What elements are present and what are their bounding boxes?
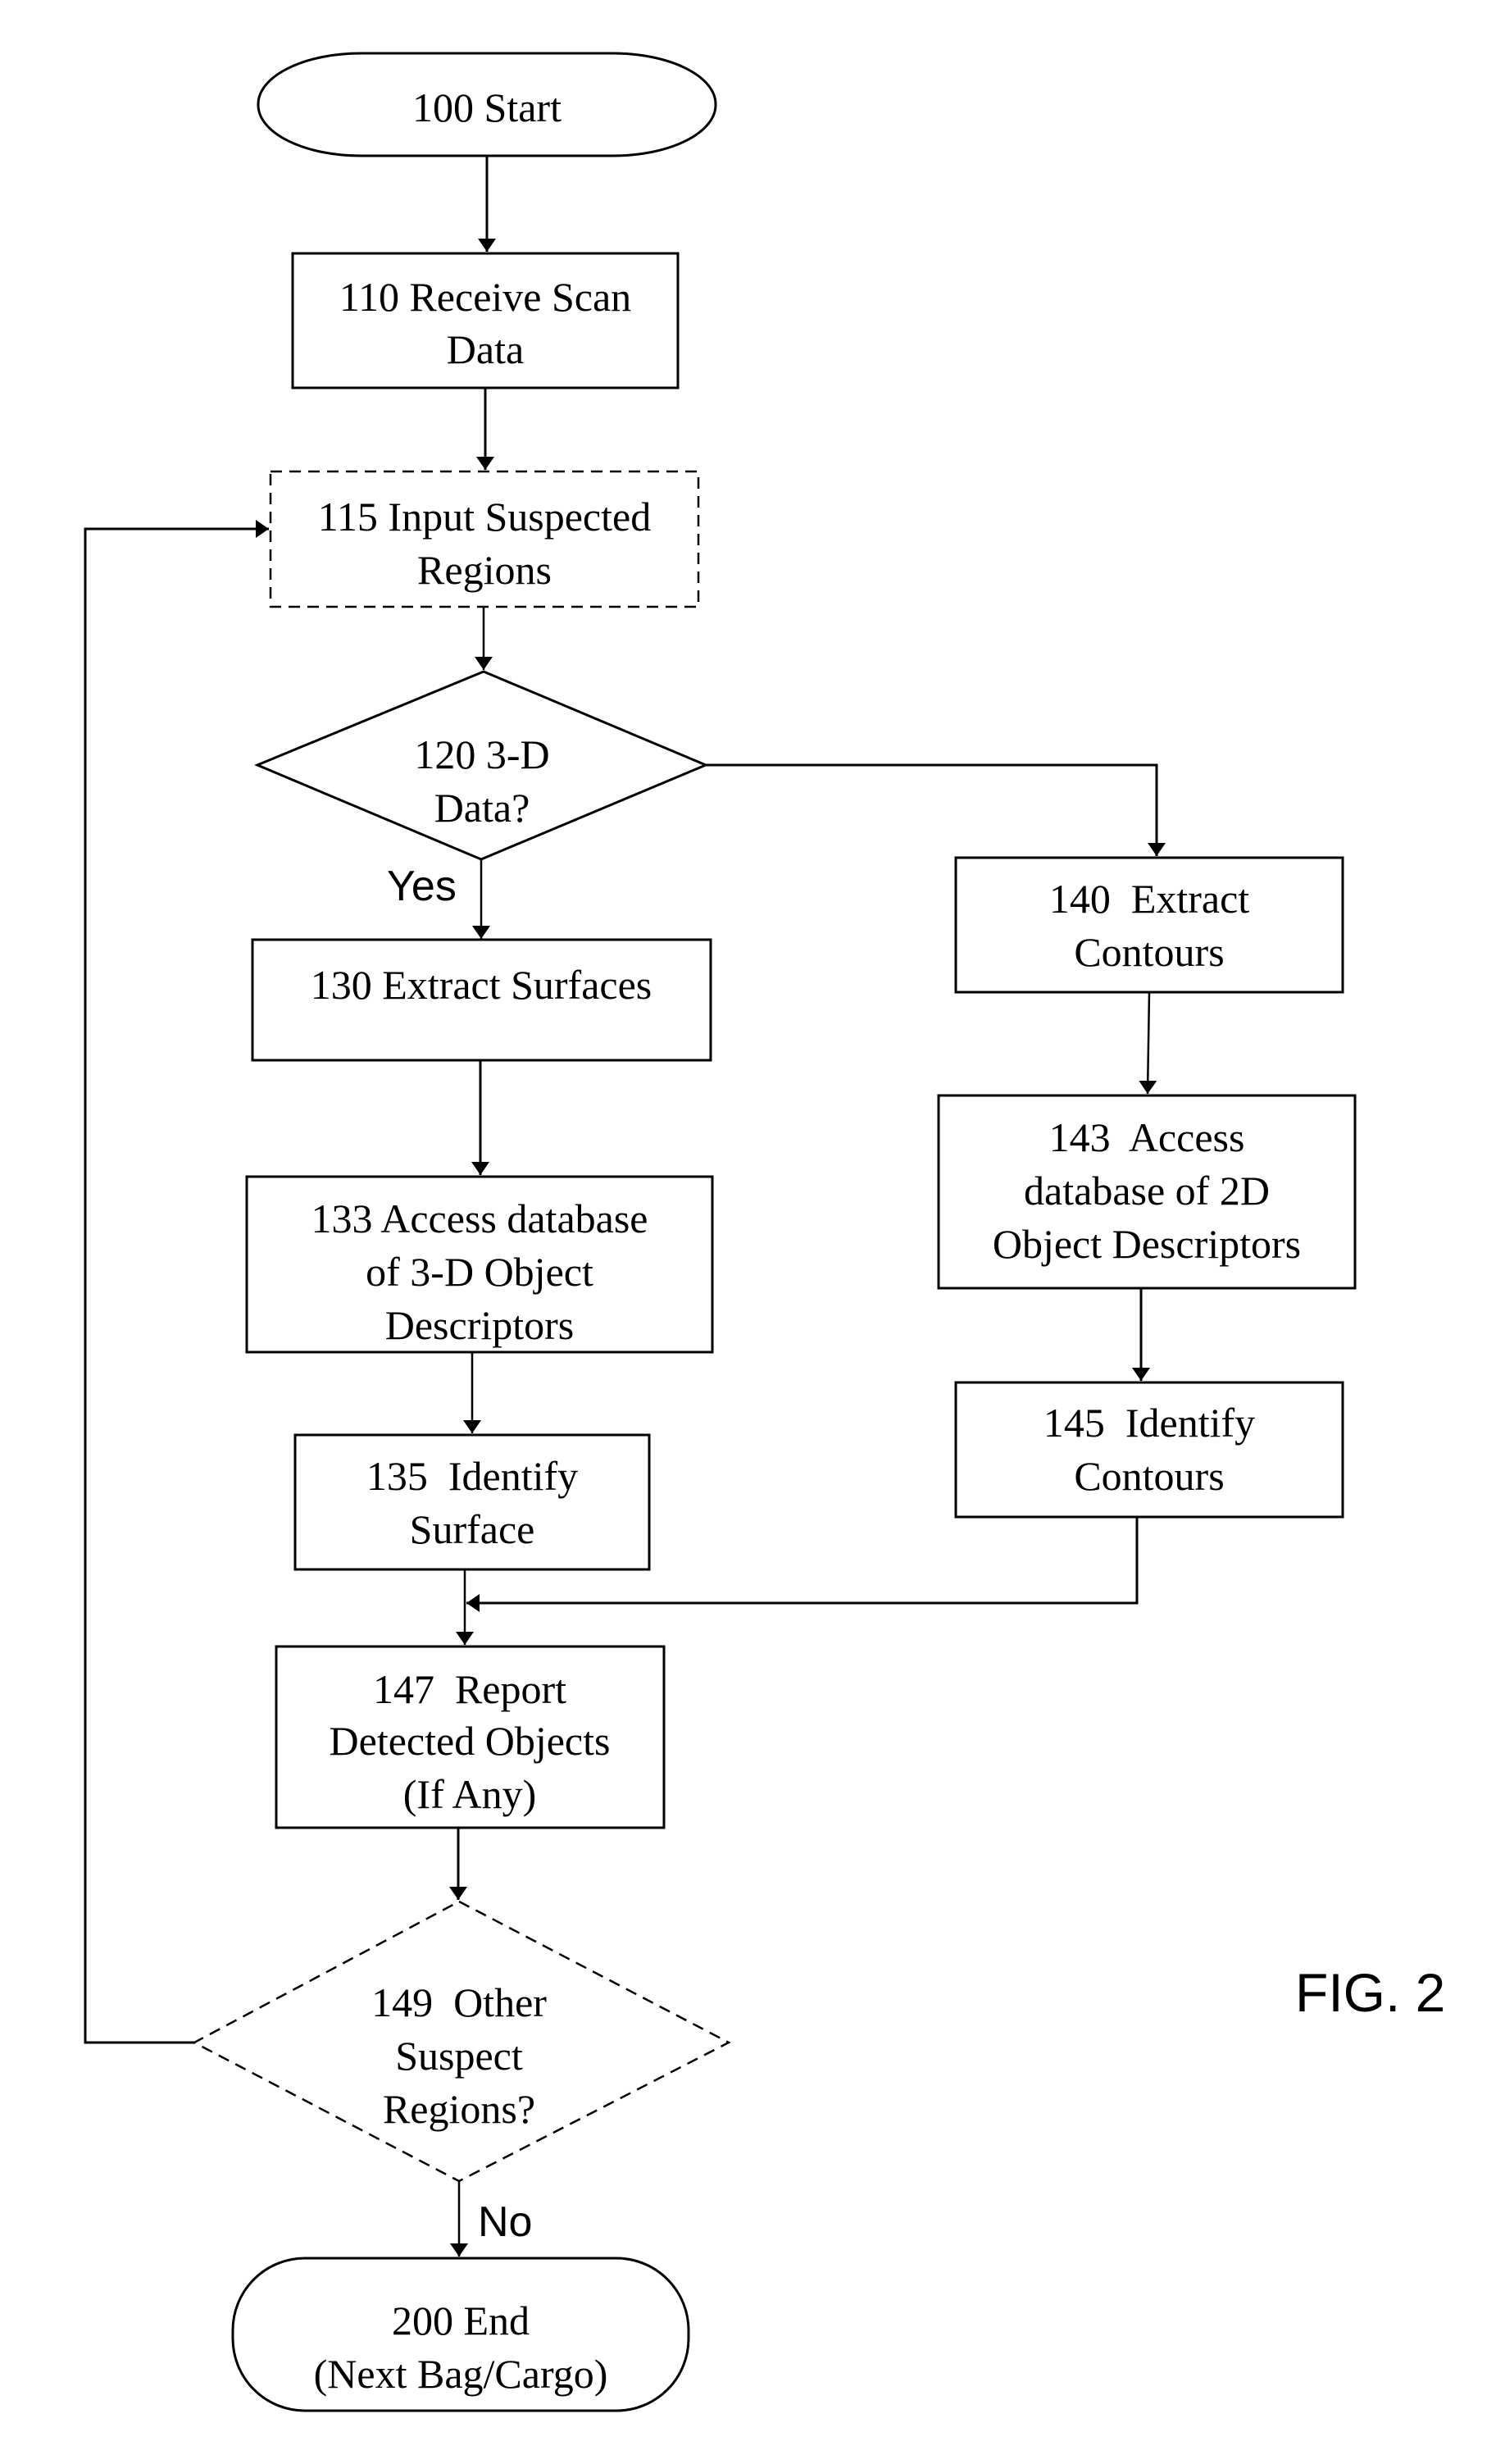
node-label-line: 200 End: [392, 2298, 530, 2343]
node-label-line: Contours: [1074, 929, 1224, 975]
node-label-line: 143 Access: [1049, 1114, 1245, 1160]
node-label-line: 135 Identify: [366, 1453, 578, 1499]
node-120-3d-data-decision: 120 3-D Data?: [254, 670, 709, 861]
node-label-line: (Next Bag/Cargo): [314, 2351, 608, 2397]
node-label: 100 Start: [412, 84, 562, 130]
edge-label-yes: Yes: [387, 863, 457, 910]
node-label-line: Regions: [417, 547, 552, 593]
node-label-line: Detected Objects: [330, 1718, 611, 1764]
node-label-line: Regions?: [383, 2086, 535, 2132]
node-149-other-suspect-regions-decision: 149 Other Suspect Regions?: [192, 1900, 731, 2183]
flowchart: 100 Start 110 Receive Scan Data 115 Inpu…: [84, 52, 1445, 2412]
node-135-identify-surface: 135 Identify Surface: [293, 1433, 651, 1571]
node-label-line: 140 Extract: [1049, 876, 1249, 922]
node-label-line: database of 2D: [1024, 1168, 1270, 1214]
node-label-line: 115 Input Suspected: [318, 494, 651, 540]
node-label-line: of 3-D Object: [366, 1249, 593, 1295]
node-100-start: 100 Start: [257, 52, 717, 157]
node-115-input-suspected-regions: 115 Input Suspected Regions: [269, 470, 700, 608]
node-label-line: Data: [447, 326, 524, 372]
node-label-line: Descriptors: [385, 1302, 575, 1348]
node-147-report-detected-objects: 147 Report Detected Objects (If Any): [275, 1645, 666, 1829]
edge-label-no: No: [478, 2198, 532, 2246]
node-label-line: Object Descriptors: [993, 1221, 1301, 1267]
edge-140-143: [1139, 991, 1157, 1095]
node-label-line: Surface: [410, 1506, 535, 1552]
node-label-line: 130 Extract Surfaces: [311, 962, 652, 1008]
node-140-extract-contours: 140 Extract Contours: [954, 856, 1344, 994]
node-label-line: 145 Identify: [1043, 1400, 1255, 1446]
node-label-line: (If Any): [403, 1771, 536, 1817]
edge-120-140: [706, 763, 1166, 856]
node-label-line: 110 Receive Scan: [339, 274, 631, 320]
node-200-end: 200 End (Next Bag/Cargo): [231, 2257, 690, 2412]
node-label-line: Contours: [1074, 1453, 1224, 1499]
node-143-access-2d-database: 143 Access database of 2D Object Descrip…: [937, 1094, 1357, 1290]
figure-label: FIG. 2: [1295, 1962, 1445, 2023]
node-label-line: 133 Access database: [311, 1196, 648, 1241]
node-label-line: 149 Other: [371, 1979, 547, 2025]
node-110-receive-scan-data: 110 Receive Scan Data: [291, 252, 680, 389]
node-130-extract-surfaces: 130 Extract Surfaces: [251, 938, 712, 1062]
node-label-line: 120 3-D: [414, 731, 549, 777]
node-145-identify-contours: 145 Identify Contours: [954, 1381, 1344, 1519]
edge-149-115-loop: [84, 520, 269, 2044]
node-label-line: 147 Report: [373, 1666, 566, 1712]
node-133-access-3d-database: 133 Access database of 3-D Object Descri…: [245, 1175, 714, 1354]
node-label-line: Suspect: [395, 2033, 523, 2079]
node-label-line: Data?: [434, 785, 530, 831]
